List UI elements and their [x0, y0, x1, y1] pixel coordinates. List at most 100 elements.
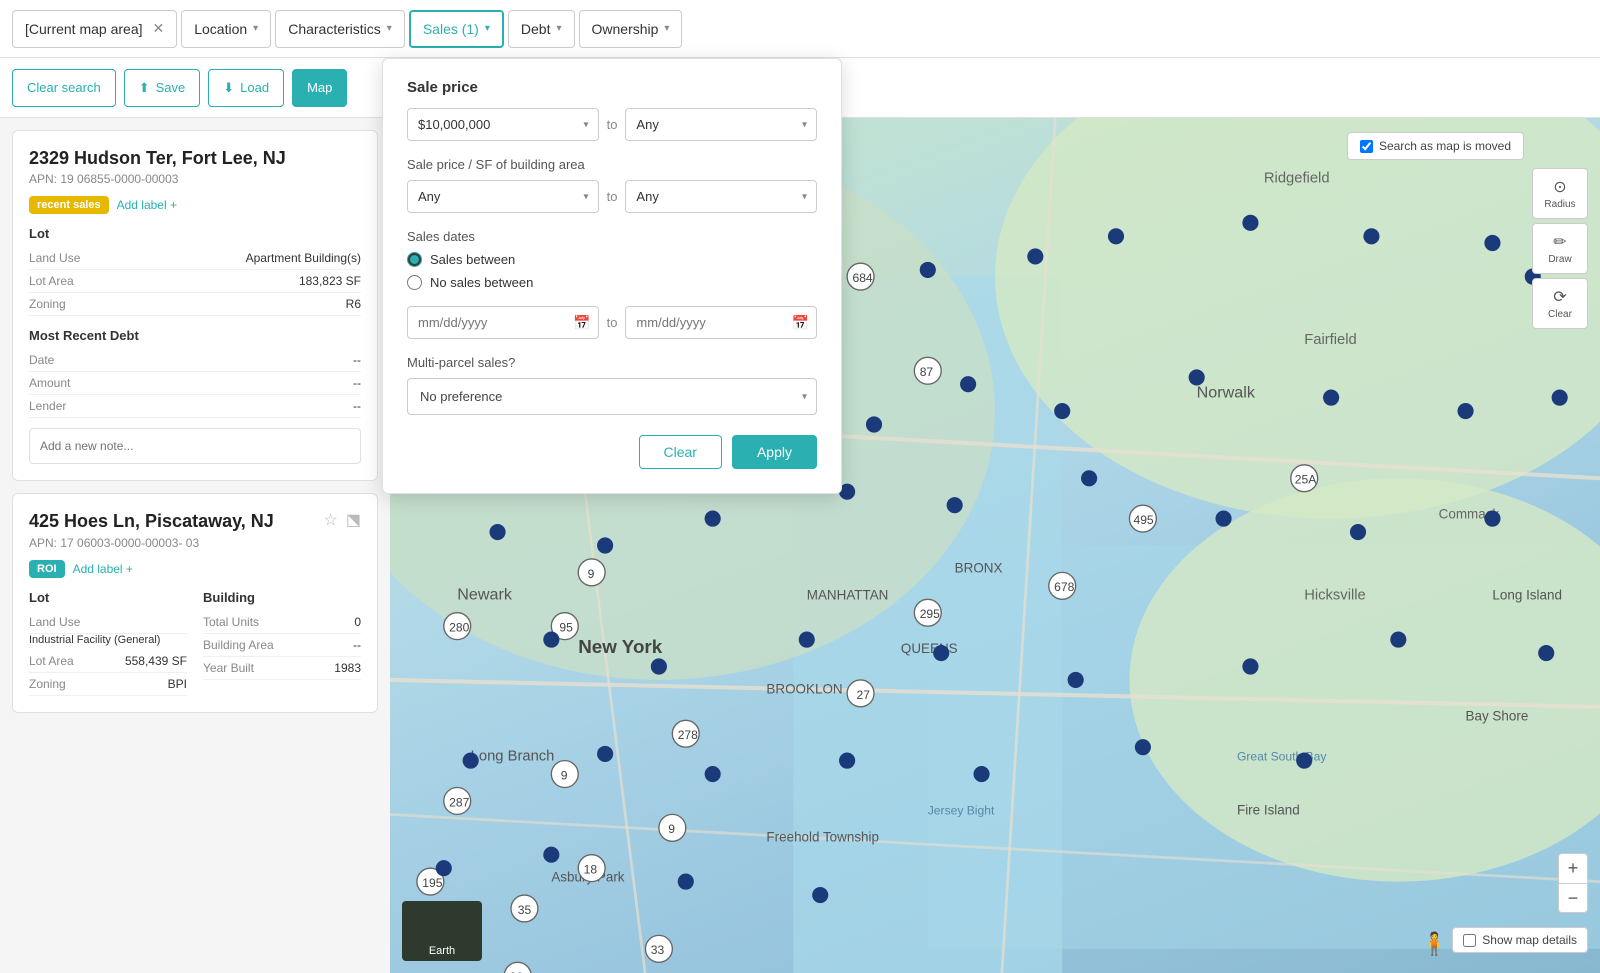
clear-search-button[interactable]: Clear search: [12, 69, 116, 107]
svg-text:Long Island: Long Island: [1492, 587, 1561, 602]
apply-button[interactable]: Apply: [732, 435, 817, 469]
date-from-wrapper[interactable]: 📅: [407, 306, 599, 339]
per-sf-from-wrapper[interactable]: Any $10 $50 $100 $200 ▾: [407, 180, 599, 213]
radius-label: Radius: [1544, 199, 1575, 210]
multiparcel-select[interactable]: No preference Yes No: [407, 378, 817, 415]
sale-price-title: Sale price: [407, 79, 817, 96]
save-button[interactable]: ⬆ Save: [124, 69, 201, 107]
note-input[interactable]: [29, 428, 361, 464]
per-sf-to-select[interactable]: Any $10 $50 $100 $200: [625, 180, 817, 213]
debt-amount-label: Amount: [29, 376, 70, 390]
to-label: to: [607, 189, 618, 204]
year-built-row: Year Built 1983: [203, 657, 361, 680]
svg-text:Fairfield: Fairfield: [1304, 332, 1357, 348]
per-sf-to-wrapper[interactable]: Any $10 $50 $100 $200 ▾: [625, 180, 817, 213]
debt-date-value: --: [353, 353, 361, 367]
load-label: Load: [240, 80, 269, 95]
property-apn: APN: 19 06855-0000-00003: [29, 172, 361, 186]
save-label: Save: [156, 80, 186, 95]
zoning-row: Zoning BPI: [29, 673, 187, 696]
zoom-out-button[interactable]: −: [1558, 883, 1588, 913]
star-icon[interactable]: ☆: [324, 510, 338, 530]
radius-tool[interactable]: ⊙ Radius: [1532, 168, 1588, 219]
sales-dates-title: Sales dates: [407, 229, 817, 244]
svg-text:35: 35: [518, 903, 532, 917]
sale-price-from-wrapper[interactable]: $10,000,000 Any $100,000 $500,000 $1,000…: [407, 108, 599, 141]
svg-text:295: 295: [920, 607, 940, 621]
zoom-in-button[interactable]: +: [1558, 853, 1588, 883]
property-address: 2329 Hudson Ter, Fort Lee, NJ: [29, 147, 361, 170]
chip-ownership[interactable]: Ownership ▾: [579, 10, 683, 48]
chip-label: [Current map area]: [25, 21, 143, 37]
svg-text:MANHATTAN: MANHATTAN: [807, 587, 889, 602]
search-as-moved-checkbox[interactable]: [1360, 140, 1373, 153]
year-built-value: 1983: [334, 661, 361, 675]
load-button[interactable]: ⬇ Load: [208, 69, 284, 107]
land-use-label: Land Use: [29, 615, 80, 629]
sale-price-to-select[interactable]: Any $100,000 $500,000 $1,000,000 $5,000,…: [625, 108, 817, 141]
sale-price-to-wrapper[interactable]: Any $100,000 $500,000 $1,000,000 $5,000,…: [625, 108, 817, 141]
left-panel: 2329 Hudson Ter, Fort Lee, NJ APN: 19 06…: [0, 118, 390, 973]
chevron-down-icon: ▾: [253, 23, 258, 34]
building-area-row: Building Area --: [203, 634, 361, 657]
svg-text:BROOKLON: BROOKLON: [766, 681, 842, 696]
property-address: 425 Hoes Ln, Piscataway, NJ: [29, 510, 274, 533]
to-label: to: [607, 117, 618, 132]
chip-characteristics[interactable]: Characteristics ▾: [275, 10, 405, 48]
multiparcel-select-wrapper[interactable]: No preference Yes No ▾: [407, 378, 817, 415]
radio-between-text: Sales between: [430, 252, 515, 267]
date-to-wrapper[interactable]: 📅: [625, 306, 817, 339]
chip-sales[interactable]: Sales (1) ▾: [409, 10, 504, 48]
svg-text:Bay Shore: Bay Shore: [1466, 708, 1529, 723]
total-units-label: Total Units: [203, 615, 259, 629]
debt-date-label: Date: [29, 353, 54, 367]
svg-text:Fire Island: Fire Island: [1237, 802, 1300, 817]
chip-debt[interactable]: Debt ▾: [508, 10, 575, 48]
radio-no-between[interactable]: [407, 275, 422, 290]
chip-current-map-area[interactable]: [Current map area] ✕: [12, 10, 177, 48]
svg-text:Norwalk: Norwalk: [1197, 384, 1256, 402]
svg-text:95: 95: [559, 621, 573, 635]
svg-text:Ridgefield: Ridgefield: [1264, 171, 1330, 187]
person-icon[interactable]: 🧍: [1421, 931, 1448, 957]
add-label-link[interactable]: Add label +: [117, 198, 177, 212]
map-button[interactable]: Map: [292, 69, 347, 107]
sale-price-from-select[interactable]: $10,000,000 Any $100,000 $500,000 $1,000…: [407, 108, 599, 141]
earth-thumbnail[interactable]: Earth: [402, 901, 482, 961]
per-sf-from-select[interactable]: Any $10 $50 $100 $200: [407, 180, 599, 213]
radio-between[interactable]: [407, 252, 422, 267]
add-label-link[interactable]: Add label +: [73, 562, 133, 576]
chevron-down-icon: ▾: [485, 23, 490, 34]
property-card: 2329 Hudson Ter, Fort Lee, NJ APN: 19 06…: [12, 130, 378, 481]
per-sf-row: Any $10 $50 $100 $200 ▾ to Any $10 $50 $…: [407, 180, 817, 213]
date-from-input[interactable]: [407, 306, 599, 339]
debt-section-title: Most Recent Debt: [29, 328, 361, 343]
svg-text:18: 18: [584, 863, 598, 877]
svg-text:195: 195: [422, 876, 442, 890]
show-map-details-checkbox[interactable]: [1463, 934, 1476, 947]
radio-between-label[interactable]: Sales between: [407, 252, 817, 267]
map-tools: ⊙ Radius ✏ Draw ⟳ Clear: [1532, 168, 1588, 329]
debt-lender-value: --: [353, 399, 361, 413]
sales-dates-radio-group: Sales between No sales between: [407, 252, 817, 290]
chip-label: Debt: [521, 21, 551, 37]
building-area-label: Building Area: [203, 638, 274, 652]
search-as-moved-bar[interactable]: Search as map is moved: [1347, 132, 1524, 160]
chip-label: Characteristics: [288, 21, 381, 37]
clear-tool[interactable]: ⟳ Clear: [1532, 278, 1588, 329]
chip-location[interactable]: Location ▾: [181, 10, 271, 48]
svg-text:678: 678: [1054, 580, 1074, 594]
show-map-details-button[interactable]: Show map details: [1452, 927, 1588, 953]
lot-area-row: Lot Area 558,439 SF: [29, 650, 187, 673]
chevron-down-icon: ▾: [556, 23, 561, 34]
draw-tool[interactable]: ✏ Draw: [1532, 223, 1588, 274]
radio-no-between-label[interactable]: No sales between: [407, 275, 817, 290]
zoom-controls: + −: [1558, 853, 1588, 913]
close-icon[interactable]: ✕: [153, 20, 165, 37]
svg-text:27: 27: [857, 688, 871, 702]
building-area-value: --: [353, 638, 361, 652]
zoning-value: BPI: [168, 677, 187, 691]
clear-button[interactable]: Clear: [639, 435, 722, 469]
share-icon[interactable]: ⬔: [346, 510, 361, 530]
date-to-input[interactable]: [625, 306, 817, 339]
